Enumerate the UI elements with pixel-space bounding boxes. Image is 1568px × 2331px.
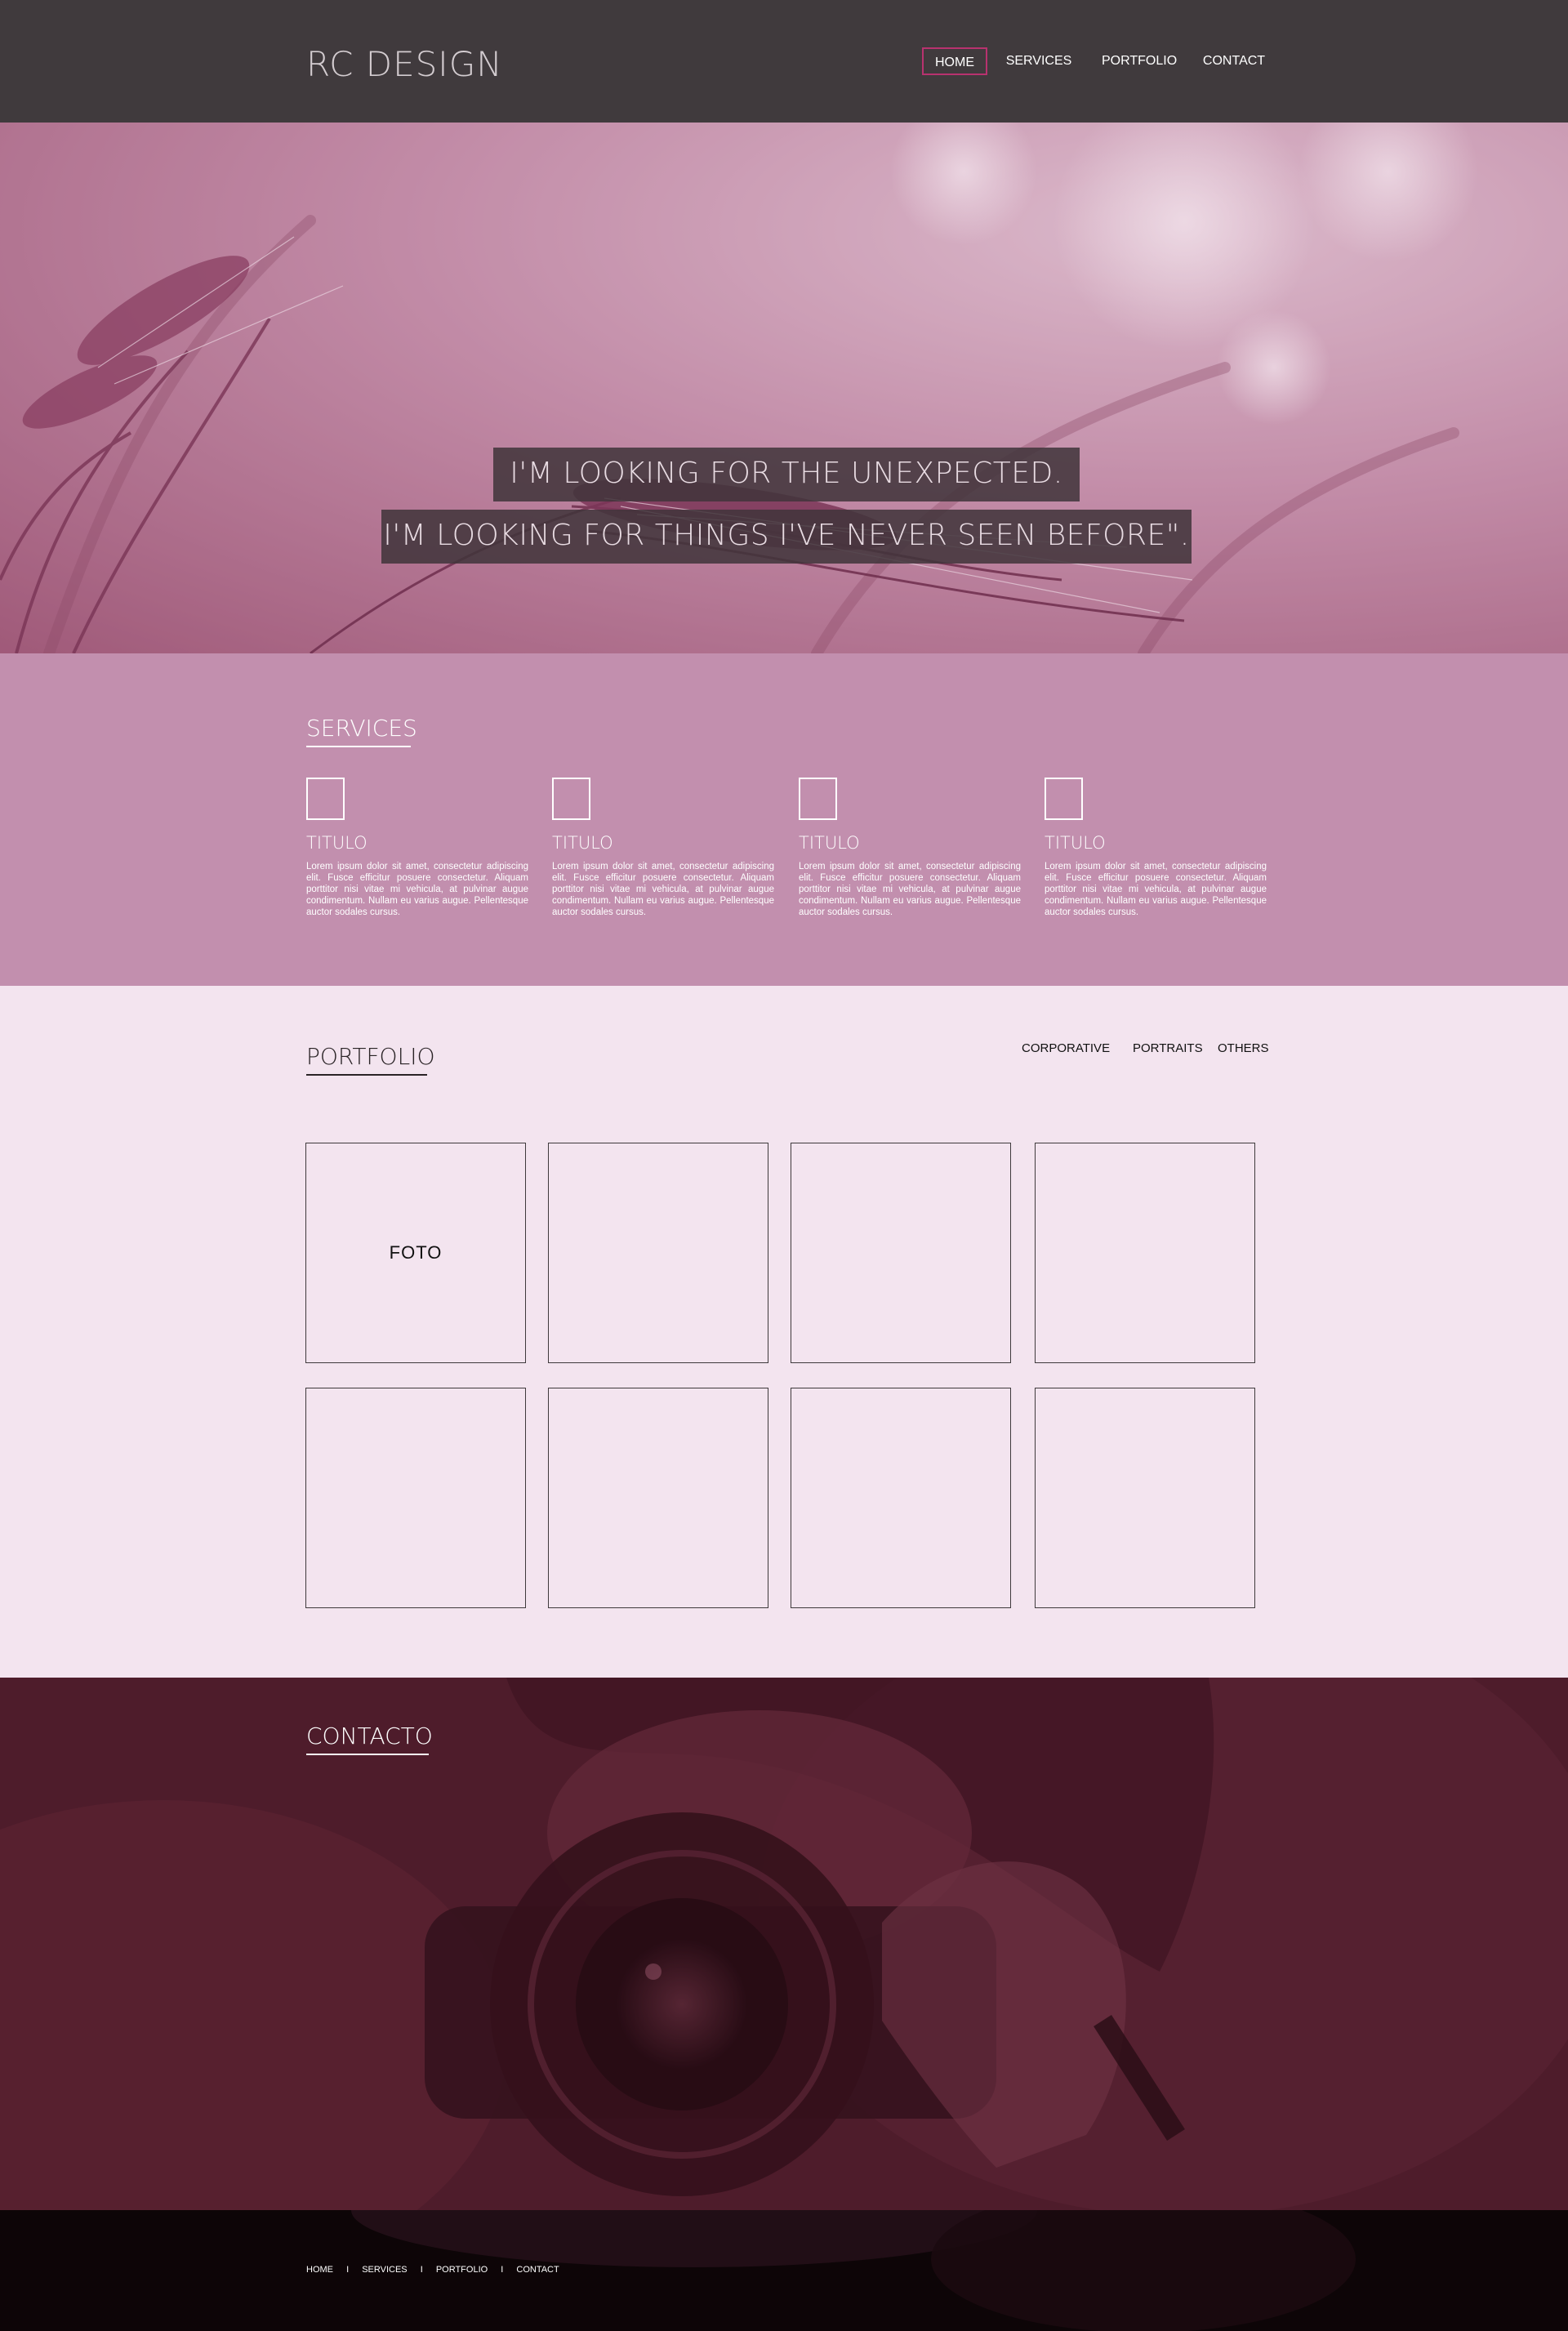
square-outline-icon	[552, 778, 590, 820]
service-title: TITULO	[1045, 833, 1106, 853]
square-outline-icon	[799, 778, 837, 820]
service-title: TITULO	[552, 833, 613, 853]
filter-portraits[interactable]: PORTRAITS	[1133, 1041, 1203, 1057]
portfolio-heading: PORTFOLIO	[306, 1043, 435, 1076]
portfolio-tile[interactable]	[791, 1388, 1011, 1608]
camera-photographer-photo	[0, 1678, 1568, 2210]
portfolio-tile[interactable]	[305, 1388, 526, 1608]
portfolio-tile[interactable]	[791, 1143, 1011, 1363]
contacto-heading: CONTACTO	[306, 1723, 433, 1755]
footer-link-home[interactable]: HOME	[306, 2264, 333, 2275]
services-heading: SERVICES	[306, 715, 417, 747]
service-description: Lorem ipsum dolor sit amet, consectetur …	[799, 862, 1021, 917]
portfolio-section: PORTFOLIO CORPORATIVE PORTRAITS OTHERS F…	[0, 986, 1568, 1678]
footer-separator: I	[501, 2265, 504, 2275]
site-footer: HOME I SERVICES I PORTFOLIO I CONTACT	[0, 2210, 1568, 2331]
footer-nav: HOME I SERVICES I PORTFOLIO I CONTACT	[306, 2264, 559, 2275]
service-title: TITULO	[799, 833, 860, 853]
square-outline-icon	[306, 778, 345, 820]
nav-portfolio[interactable]: PORTFOLIO	[1102, 47, 1177, 75]
footer-separator: I	[420, 2265, 423, 2275]
portfolio-tile[interactable]	[1035, 1143, 1255, 1363]
nav-services[interactable]: SERVICES	[1004, 47, 1073, 75]
nav-home[interactable]: HOME	[922, 47, 987, 75]
service-description: Lorem ipsum dolor sit amet, consectetur …	[1045, 862, 1267, 917]
footer-link-portfolio[interactable]: PORTFOLIO	[436, 2264, 488, 2275]
filter-corporative[interactable]: CORPORATIVE	[1022, 1041, 1110, 1057]
contacto-section: CONTACTO	[0, 1678, 1568, 2210]
portfolio-tile[interactable]	[548, 1388, 768, 1608]
footer-link-contact[interactable]: CONTACT	[516, 2264, 559, 2275]
site-header: RC DESIGN HOME SERVICES PORTFOLIO CONTAC…	[0, 0, 1568, 123]
hero-quote-line-2: I'M LOOKING FOR THINGS I'VE NEVER SEEN B…	[381, 510, 1192, 564]
services-section: SERVICES TITULO Lorem ipsum dolor sit am…	[0, 653, 1568, 986]
portfolio-tile[interactable]	[1035, 1388, 1255, 1608]
service-description: Lorem ipsum dolor sit amet, consectetur …	[552, 862, 774, 917]
tile-label: FOTO	[389, 1242, 443, 1263]
service-description: Lorem ipsum dolor sit amet, consectetur …	[306, 862, 528, 917]
portfolio-tile[interactable]: FOTO	[305, 1143, 526, 1363]
site-logo[interactable]: RC DESIGN	[306, 44, 503, 85]
wheat-field-photo	[0, 123, 1568, 653]
footer-link-services[interactable]: SERVICES	[362, 2264, 407, 2275]
nav-contact[interactable]: CONTACT	[1200, 47, 1267, 75]
footer-separator: I	[346, 2265, 350, 2275]
service-title: TITULO	[306, 833, 368, 853]
filter-others[interactable]: OTHERS	[1218, 1041, 1269, 1057]
hero-banner: I'M LOOKING FOR THE UNEXPECTED. I'M LOOK…	[0, 123, 1568, 653]
footer-background-photo	[0, 2210, 1568, 2331]
square-outline-icon	[1045, 778, 1083, 820]
portfolio-tile[interactable]	[548, 1143, 768, 1363]
hero-quote-line-1: I'M LOOKING FOR THE UNEXPECTED.	[493, 448, 1080, 501]
